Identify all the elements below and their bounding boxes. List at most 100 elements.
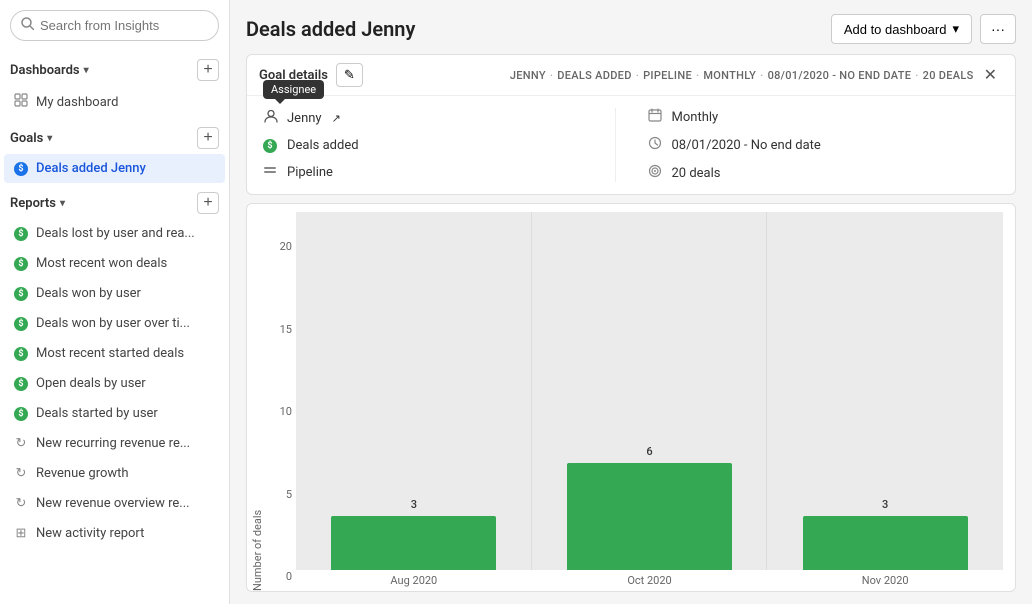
- report-item-label: Deals won by user: [36, 286, 141, 301]
- search-icon: [21, 17, 34, 34]
- breadcrumb-sep-1: ·: [550, 69, 553, 82]
- chart-with-y-axis: 20151050 20 🎯 3 20 🎯 6 20 🎯: [272, 212, 1003, 587]
- main-header: Deals added Jenny Add to dashboard ▾ ···: [230, 0, 1032, 54]
- report-item-label: Most recent won deals: [36, 256, 167, 271]
- report-item-label: Most recent started deals: [36, 346, 184, 361]
- reports-toggle[interactable]: Reports ▾: [10, 196, 65, 211]
- reports-section-header: Reports ▾ +: [0, 184, 229, 218]
- bar-2: 3: [803, 516, 968, 570]
- y-tick: 15: [272, 323, 292, 336]
- report-item-label: Deals lost by user and rea...: [36, 226, 195, 241]
- add-report-button[interactable]: +: [197, 192, 219, 214]
- chart-right: 20 🎯 3 20 🎯 6 20 🎯 3 Aug 2020O: [296, 212, 1003, 587]
- goal-details-header: Goal details ✎ JENNY · DEALS ADDED · PIP…: [247, 55, 1015, 96]
- y-tick: 10: [272, 405, 292, 418]
- breadcrumb-date: 08/01/2020 - NO END DATE: [768, 69, 912, 82]
- search-input[interactable]: [40, 18, 216, 33]
- report-items-list: $ Deals lost by user and rea... $ Most r…: [0, 218, 229, 549]
- assignee-tooltip: Assignee: [263, 80, 324, 99]
- report-item-label: New revenue overview re...: [36, 496, 190, 511]
- y-tick: 5: [272, 488, 292, 501]
- dollar-icon: $: [14, 347, 28, 361]
- sidebar-item-report-10[interactable]: ⊞ New activity report: [4, 519, 225, 548]
- dollar-icon-active: $: [14, 162, 28, 176]
- deals-row: 20 deals: [648, 164, 1000, 182]
- deals-label: 20 deals: [672, 166, 721, 181]
- goals-toggle[interactable]: Goals ▾: [10, 131, 52, 146]
- search-box[interactable]: [10, 10, 219, 41]
- chart-group-2: 20 🎯 3: [767, 212, 1003, 570]
- goal-details-left-col: Assignee Jenny ↗ $ D: [263, 108, 615, 182]
- dashboards-label: Dashboards: [10, 63, 80, 78]
- sidebar-item-report-5[interactable]: $ Open deals by user: [4, 369, 225, 398]
- pipeline-icon: [263, 163, 277, 181]
- sidebar-item-report-8[interactable]: ↻ Revenue growth: [4, 459, 225, 488]
- dashboards-section-header: Dashboards ▾ +: [0, 51, 229, 85]
- dollar-icon-metric: $: [263, 139, 277, 153]
- grid-icon: ⊞: [14, 527, 28, 541]
- metric-label: Deals added: [287, 138, 359, 153]
- clock-icon: [648, 136, 662, 154]
- sidebar-item-report-2[interactable]: $ Deals won by user: [4, 279, 225, 308]
- breadcrumb-jenny: JENNY: [510, 69, 546, 82]
- close-goal-details-button[interactable]: ✕: [978, 63, 1003, 87]
- x-label-1: Oct 2020: [532, 574, 768, 587]
- bar-value-0: 3: [411, 498, 417, 511]
- sidebar-item-report-1[interactable]: $ Most recent won deals: [4, 249, 225, 278]
- add-dashboard-button[interactable]: +: [197, 59, 219, 81]
- sidebar-item-report-3[interactable]: $ Deals won by user over ti...: [4, 309, 225, 338]
- breadcrumb-pipeline: PIPELINE: [643, 69, 692, 82]
- x-label-0: Aug 2020: [296, 574, 532, 587]
- sidebar-item-report-6[interactable]: $ Deals started by user: [4, 399, 225, 428]
- bar-1: 6: [567, 463, 732, 570]
- add-to-dashboard-button[interactable]: Add to dashboard ▾: [831, 14, 972, 44]
- target-icon: [648, 164, 662, 182]
- sidebar-item-report-4[interactable]: $ Most recent started deals: [4, 339, 225, 368]
- active-goal-label: Deals added Jenny: [36, 161, 146, 176]
- dollar-icon: $: [14, 227, 28, 241]
- add-to-dashboard-label: Add to dashboard: [844, 22, 947, 37]
- calendar-icon: [648, 108, 662, 126]
- goals-section-header: Goals ▾ +: [0, 119, 229, 153]
- refresh-icon: ↻: [14, 497, 28, 511]
- dollar-icon: $: [14, 317, 28, 331]
- y-tick: 0: [272, 570, 292, 583]
- y-axis: 20151050: [272, 212, 296, 587]
- goal-details-body: Assignee Jenny ↗ $ D: [247, 96, 1015, 194]
- bar-value-1: 6: [646, 445, 652, 458]
- sidebar-item-my-dashboard[interactable]: My dashboard: [4, 86, 225, 118]
- add-goal-button[interactable]: +: [197, 127, 219, 149]
- sidebar-item-report-7[interactable]: ↻ New recurring revenue re...: [4, 429, 225, 458]
- sidebar: Dashboards ▾ + My dashboard Goals ▾ + $ …: [0, 0, 230, 604]
- chart-x-labels: Aug 2020Oct 2020Nov 2020: [296, 574, 1003, 587]
- edit-goal-button[interactable]: ✎: [336, 63, 363, 87]
- cursor-indicator: ↗: [332, 112, 341, 125]
- main-content: Deals added Jenny Add to dashboard ▾ ···…: [230, 0, 1032, 604]
- chevron-down-icon-reports: ▾: [60, 198, 65, 209]
- reports-label: Reports: [10, 196, 56, 211]
- chart-bars-container: 20 🎯 3 20 🎯 6 20 🎯 3: [296, 212, 1003, 570]
- dollar-icon: $: [14, 287, 28, 301]
- breadcrumb-deals: 20 DEALS: [923, 69, 974, 82]
- breadcrumb-deals-added: DEALS ADDED: [557, 69, 631, 82]
- more-options-button[interactable]: ···: [980, 14, 1016, 44]
- breadcrumb-sep-2: ·: [636, 69, 639, 82]
- chart-y-axis-label: Number of deals: [247, 204, 272, 591]
- assignee-name: Jenny: [287, 111, 322, 126]
- x-label-2: Nov 2020: [767, 574, 1003, 587]
- sidebar-item-report-9[interactable]: ↻ New revenue overview re...: [4, 489, 225, 518]
- report-item-label: Revenue growth: [36, 466, 129, 481]
- date-label: 08/01/2020 - No end date: [672, 138, 821, 153]
- dollar-icon: $: [14, 377, 28, 391]
- sidebar-item-deals-added-jenny[interactable]: $ Deals added Jenny: [4, 154, 225, 183]
- my-dashboard-label: My dashboard: [36, 95, 118, 110]
- bar-value-2: 3: [882, 498, 888, 511]
- report-item-label: Open deals by user: [36, 376, 146, 391]
- dashboards-toggle[interactable]: Dashboards ▾: [10, 63, 89, 78]
- chart-area: Number of deals 20151050 20 🎯 3 20 🎯 6: [246, 203, 1016, 592]
- breadcrumb-sep-3: ·: [696, 69, 699, 82]
- monthly-label: Monthly: [672, 110, 719, 125]
- dollar-icon: $: [14, 257, 28, 271]
- sidebar-item-report-0[interactable]: $ Deals lost by user and rea...: [4, 219, 225, 248]
- report-item-label: New recurring revenue re...: [36, 436, 190, 451]
